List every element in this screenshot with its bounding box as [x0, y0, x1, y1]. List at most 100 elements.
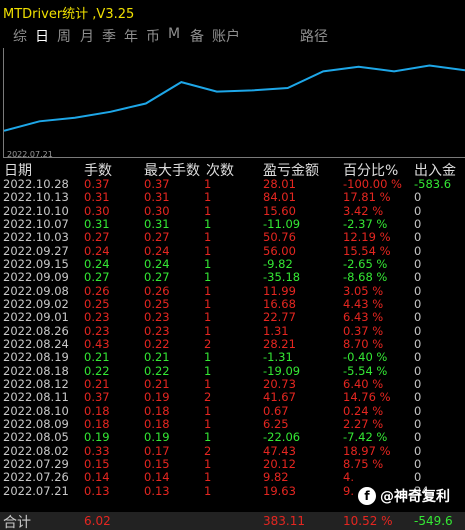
row-count: 1 — [204, 216, 212, 231]
row-count: 2 — [204, 443, 212, 458]
watermark-icon: f — [358, 487, 376, 505]
row-lots: 0.14 — [84, 470, 110, 485]
row-io: 0 — [414, 376, 422, 391]
row-date: 2022.08.12 — [3, 376, 69, 391]
equity-line — [4, 64, 465, 132]
tab-account[interactable]: 账户 — [212, 26, 240, 46]
row-date: 2022.08.19 — [3, 350, 69, 365]
tab-notes[interactable]: 备 — [190, 26, 204, 46]
row-date: 2022.09.09 — [3, 270, 69, 285]
table-row: 2022.10.13 0.31 0.31 1 84.01 17.81 % 0 — [0, 191, 465, 204]
row-pnl: 47.43 — [263, 443, 296, 458]
total-label: 合计 — [3, 515, 31, 530]
row-date: 2022.08.10 — [3, 403, 69, 418]
table-row: 2022.09.08 0.26 0.26 1 11.99 3.05 % 0 — [0, 283, 465, 298]
row-max-lots: 0.18 — [144, 403, 170, 418]
row-lots: 0.24 — [84, 243, 110, 258]
row-io: 0 — [414, 270, 422, 285]
table-row: 2022.08.18 0.22 0.22 1 -19.09 -5.54 % 0 — [0, 363, 465, 378]
table-row: 2022.10.28 0.37 0.37 1 28.01 -100.00 % -583.6 — [0, 178, 465, 191]
row-lots: 0.23 — [84, 323, 110, 338]
row-count: 1 — [204, 470, 212, 485]
header-pct: 百分比% — [343, 163, 399, 179]
table-row: 2022.08.09 0.18 0.18 1 6.25 2.27 % 0 — [0, 416, 465, 431]
row-max-lots: 0.26 — [144, 283, 170, 298]
row-lots: 0.21 — [84, 350, 110, 365]
table-row: 2022.09.02 0.25 0.25 1 16.68 4.43 % 0 — [0, 296, 465, 311]
total-lots: 6.02 — [84, 514, 111, 528]
row-pct: -7.42 % — [343, 430, 388, 445]
row-date: 2022.09.15 — [3, 256, 69, 271]
row-pnl: -22.06 — [263, 430, 301, 445]
row-date: 2022.08.26 — [3, 323, 69, 338]
row-date: 2022.07.26 — [3, 470, 69, 485]
row-pct: -0.40 % — [343, 350, 388, 365]
total-row: 合计 6.02 383.11 10.52 % -549.6 — [0, 512, 465, 530]
row-pct: 4.43 % — [343, 296, 384, 311]
header-date: 日期 — [4, 163, 32, 179]
tab-path[interactable]: 路径 — [300, 26, 328, 46]
table-row: 2022.08.11 0.37 0.19 2 41.67 14.76 % 0 — [0, 391, 465, 404]
tab-monthly[interactable]: 月 — [80, 26, 94, 46]
table-row: 2022.08.12 0.21 0.21 1 20.73 6.40 % 0 — [0, 376, 465, 391]
tab-quarterly[interactable]: 季 — [102, 26, 116, 46]
table-row: 2022.08.10 0.18 0.18 1 0.67 0.24 % 0 — [0, 403, 465, 418]
row-pnl: 28.21 — [263, 336, 296, 351]
row-max-lots: 0.37 — [144, 177, 170, 191]
header-lots: 手数 — [84, 163, 112, 179]
tab-summary[interactable]: 综 — [13, 26, 27, 46]
row-pct: 15.54 % — [343, 243, 391, 258]
tab-currency[interactable]: 币 — [146, 26, 160, 46]
row-count: 1 — [204, 416, 212, 431]
table-row: 2022.08.05 0.19 0.19 1 -22.06 -7.42 % 0 — [0, 431, 465, 444]
row-max-lots: 0.31 — [144, 190, 170, 205]
row-pnl: 15.60 — [263, 203, 296, 218]
row-count: 1 — [204, 177, 212, 191]
row-date: 2022.08.05 — [3, 430, 69, 445]
tab-daily[interactable]: 日 — [35, 26, 49, 46]
row-pnl: 28.01 — [263, 177, 296, 191]
row-max-lots: 0.15 — [144, 456, 170, 471]
row-lots: 0.19 — [84, 430, 110, 445]
row-io: 0 — [414, 230, 422, 245]
row-pnl: 20.73 — [263, 376, 296, 391]
row-max-lots: 0.24 — [144, 243, 170, 258]
row-pct: 9. — [343, 483, 354, 498]
row-pct: -8.68 % — [343, 270, 388, 285]
row-lots: 0.21 — [84, 376, 110, 391]
row-max-lots: 0.19 — [144, 390, 170, 405]
row-count: 1 — [204, 243, 212, 258]
row-pct: -2.65 % — [343, 256, 388, 271]
row-count: 1 — [204, 350, 212, 365]
row-date: 2022.10.07 — [3, 216, 69, 231]
header-count: 次数 — [206, 163, 234, 179]
header-max-lots: 最大手数 — [144, 163, 200, 179]
row-max-lots: 0.18 — [144, 416, 170, 431]
row-pct: 0.37 % — [343, 323, 384, 338]
row-pct: 3.42 % — [343, 203, 384, 218]
row-max-lots: 0.23 — [144, 310, 170, 325]
row-count: 1 — [204, 190, 212, 205]
row-date: 2022.09.01 — [3, 310, 69, 325]
row-max-lots: 0.25 — [144, 296, 170, 311]
row-io: 0 — [414, 203, 422, 218]
row-date: 2022.10.28 — [3, 177, 69, 191]
tab-m[interactable]: M — [168, 26, 180, 42]
table-row: 2022.08.24 0.43 0.22 2 28.21 8.70 % 0 — [0, 336, 465, 351]
row-lots: 0.27 — [84, 230, 110, 245]
row-lots: 0.24 — [84, 256, 110, 271]
daily-stats-table: 2022.10.28 0.37 0.37 1 28.01 -100.00 % -583.6 2… — [0, 178, 465, 498]
row-pct: 2.27 % — [343, 416, 384, 431]
row-date: 2022.08.18 — [3, 363, 69, 378]
row-io: 0 — [414, 430, 422, 445]
row-pct: -2.37 % — [343, 216, 388, 231]
row-count: 1 — [204, 310, 212, 325]
tab-weekly[interactable]: 周 — [57, 26, 71, 46]
row-io: 0 — [414, 363, 422, 378]
table-row: 2022.09.27 0.24 0.24 1 56.00 15.54 % 0 — [0, 243, 465, 258]
tab-yearly[interactable]: 年 — [124, 26, 138, 46]
row-count: 1 — [204, 430, 212, 445]
row-lots: 0.18 — [84, 403, 110, 418]
row-pct: 12.19 % — [343, 230, 391, 245]
watermark-text: @神奇复利 — [380, 489, 450, 505]
